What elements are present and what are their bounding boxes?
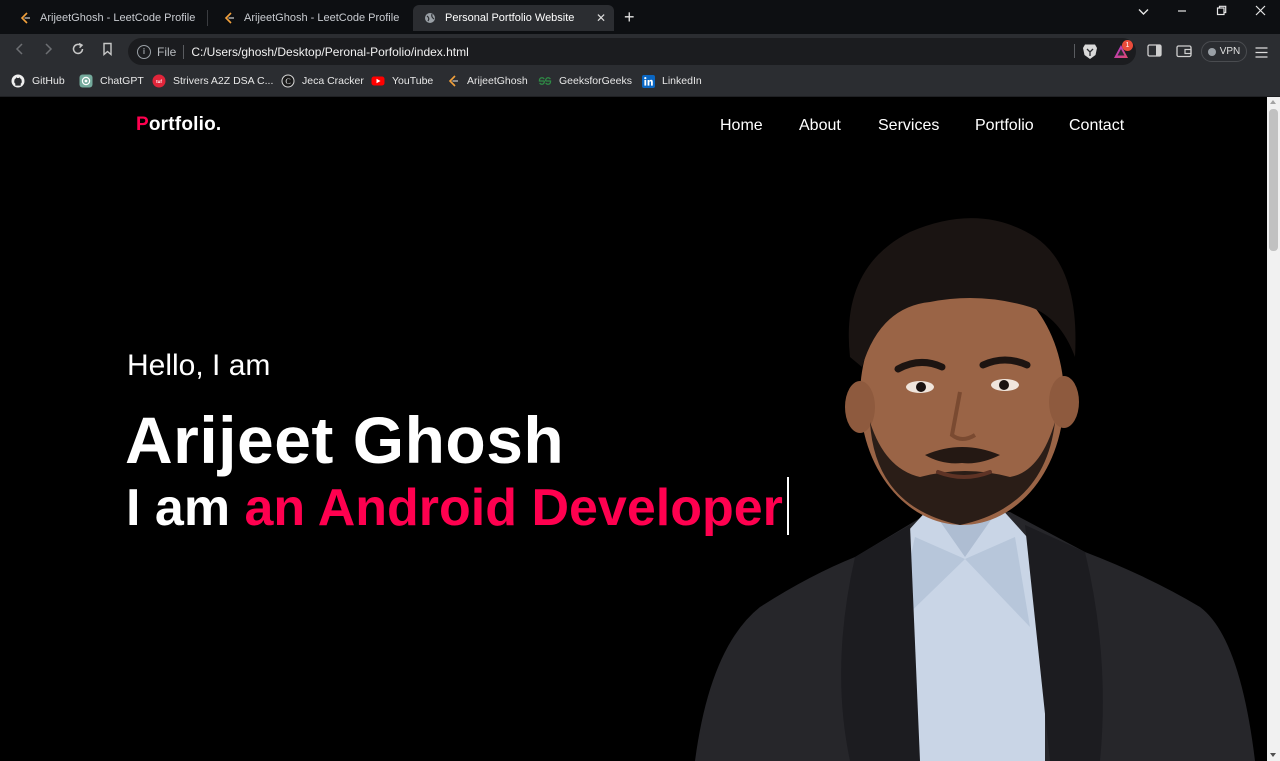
chatgpt-icon [79, 74, 93, 88]
nav-contact[interactable]: Contact [1069, 117, 1124, 135]
nav-portfolio[interactable]: Portfolio [975, 117, 1034, 135]
geeksforgeeks-icon [538, 74, 552, 88]
vpn-label: VPN [1219, 46, 1241, 57]
leetcode-icon [222, 11, 236, 25]
scroll-up-arrow-icon[interactable] [1270, 100, 1276, 104]
rewards-badge: 1 [1122, 40, 1133, 51]
bookmark-jeca-cracker[interactable]: C Jeca Cracker [281, 74, 364, 88]
url-scheme: File [157, 44, 177, 59]
tab-divider [207, 10, 208, 26]
scroll-down-arrow-icon[interactable] [1270, 753, 1276, 757]
nav-about[interactable]: About [799, 117, 841, 135]
forward-button[interactable] [38, 42, 58, 60]
globe-icon [423, 11, 437, 25]
bookmark-strivers[interactable]: tuf Strivers A2Z DSA C... [152, 74, 273, 88]
tab-title: Personal Portfolio Website [445, 12, 575, 24]
bookmark-linkedin[interactable]: LinkedIn [641, 74, 702, 88]
tab-leetcode-2[interactable]: ArijeetGhosh - LeetCode Profile [212, 5, 410, 31]
bookmark-label: Jeca Cracker [302, 75, 364, 87]
bookmark-label: GeeksforGeeks [559, 75, 632, 87]
bookmark-youtube[interactable]: YouTube [371, 74, 433, 88]
url-text[interactable]: C:/Users/ghosh/Desktop/Peronal-Porfolio/… [191, 45, 468, 59]
close-window-icon[interactable] [1248, 4, 1272, 19]
nav-services[interactable]: Services [878, 117, 939, 135]
bookmark-github[interactable]: GitHub [11, 74, 65, 88]
svg-text:C: C [285, 77, 290, 86]
sidebar-toggle-icon[interactable] [1147, 44, 1163, 58]
vpn-status-icon [1207, 47, 1216, 56]
wallet-icon[interactable] [1176, 44, 1192, 58]
tab-search-chevron-icon[interactable] [1131, 4, 1155, 19]
linkedin-icon [641, 74, 655, 88]
bookmarks-bar: GitHub ChatGPT tuf Strivers A2Z DSA C...… [0, 69, 1280, 97]
close-icon[interactable]: ✕ [596, 11, 606, 25]
tab-title: ArijeetGhosh - LeetCode Profile [244, 12, 400, 24]
minimize-icon[interactable] [1170, 4, 1194, 19]
tab-strip: ArijeetGhosh - LeetCode Profile ArijeetG… [0, 0, 1280, 34]
bookmark-arijeetghosh[interactable]: ArijeetGhosh [446, 74, 528, 88]
page-viewport: Portfolio. Home About Services Portfolio… [0, 97, 1267, 761]
back-button[interactable] [10, 42, 30, 60]
bookmark-chatgpt[interactable]: ChatGPT [79, 74, 144, 88]
reload-button[interactable] [68, 42, 88, 60]
site-info-icon[interactable]: i [137, 44, 151, 59]
hero-role: I am an Android Developer [126, 477, 789, 538]
bookmark-label: Strivers A2Z DSA C... [173, 75, 274, 87]
svg-text:tuf: tuf [156, 79, 162, 84]
restore-icon[interactable] [1209, 4, 1233, 19]
hero-greeting: Hello, I am [127, 349, 271, 382]
bookmark-label: ArijeetGhosh [467, 75, 528, 87]
leetcode-icon [18, 11, 32, 25]
github-icon [11, 74, 25, 88]
bookmark-label: LinkedIn [662, 75, 702, 87]
url-divider [183, 44, 185, 59]
new-tab-button[interactable]: + [624, 7, 635, 28]
tab-title: ArijeetGhosh - LeetCode Profile [40, 12, 196, 24]
bookmark-label: ChatGPT [100, 75, 144, 87]
toolbar-divider [1074, 44, 1075, 58]
bookmark-geeksforgeeks[interactable]: GeeksforGeeks [538, 74, 632, 88]
logo-text: ortfolio. [148, 114, 222, 135]
nav-home[interactable]: Home [720, 117, 763, 135]
role-typed-text: an Android Developer [244, 479, 783, 537]
tab-leetcode-1[interactable]: ArijeetGhosh - LeetCode Profile [8, 5, 206, 31]
browser-toolbar: i File C:/Users/ghosh/Desktop/Peronal-Po… [0, 34, 1280, 69]
takeuforward-icon: tuf [152, 74, 166, 88]
typing-caret [786, 477, 789, 535]
leetcode-icon [446, 74, 460, 88]
bookmark-icon[interactable] [97, 42, 117, 60]
brave-shields-icon[interactable] [1082, 43, 1098, 60]
role-prefix: I am [126, 479, 245, 537]
tab-portfolio[interactable]: Personal Portfolio Website ✕ [413, 5, 614, 31]
scrollbar[interactable] [1267, 97, 1280, 761]
site-logo[interactable]: Portfolio. [136, 114, 221, 136]
bookmark-label: YouTube [392, 75, 434, 87]
scroll-thumb[interactable] [1269, 109, 1278, 251]
hero-name: Arijeet Ghosh [125, 403, 565, 477]
jeca-icon: C [281, 74, 295, 88]
youtube-icon [371, 74, 385, 88]
menu-icon[interactable] [1255, 45, 1268, 61]
logo-accent-letter: P [136, 114, 149, 135]
address-bar[interactable]: i File C:/Users/ghosh/Desktop/Peronal-Po… [128, 38, 1136, 65]
bookmark-label: GitHub [32, 75, 65, 87]
vpn-button[interactable]: VPN [1201, 41, 1247, 62]
